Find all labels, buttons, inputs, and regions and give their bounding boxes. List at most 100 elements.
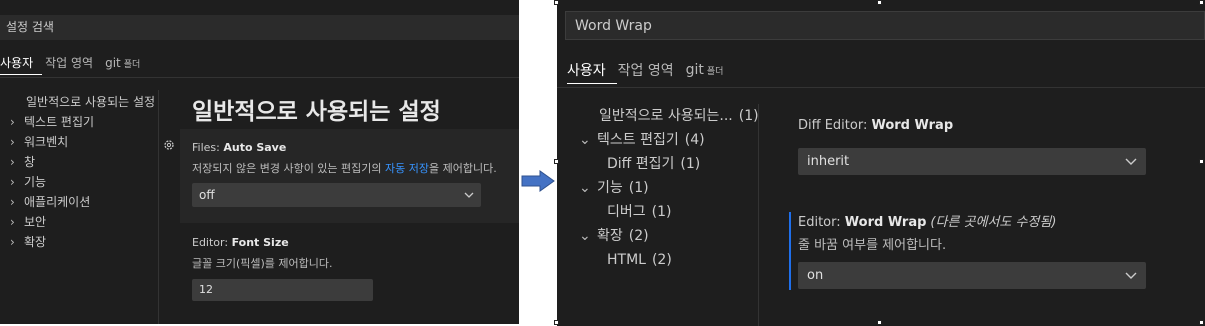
setting-auto-save: Files: Auto Save 저장되지 않은 변경 사항이 있는 편집기의 … [180,129,519,223]
input-value: 12 [199,283,213,296]
search-settings-input[interactable]: Word Wrap [565,11,1205,40]
resize-handle[interactable] [877,320,882,325]
resize-handle[interactable] [554,320,559,325]
settings-scope-tabs: 사용자 작업 영역 git 폴더 [0,54,152,71]
toc-item-count: (2) [628,228,649,244]
chevron-right-icon: › [10,215,15,229]
setting-name: Auto Save [223,141,287,154]
setting-name: Font Size [231,236,289,249]
editor-word-wrap-dropdown[interactable]: on [798,262,1146,289]
toc-item-label: 기능 [24,175,47,189]
setting-editor-word-wrap-title: Editor: Word Wrap (다른 곳에서도 수정됨) [798,211,1056,230]
toc-item-extensions[interactable]: › 확장 [10,232,155,252]
chevron-down-icon [1125,158,1137,165]
modified-elsewhere-note[interactable]: (다른 곳에서도 수정됨) [930,215,1056,230]
toc-item-count: (2) [651,252,672,268]
setting-category: Diff Editor: [798,118,872,133]
dropdown-value: off [199,188,215,202]
chevron-down-icon: ⌄ [579,132,591,148]
active-tab-indicator [0,74,42,75]
toc-item-label: 보안 [24,215,47,229]
setting-font-size-title: Editor: Font Size [192,236,289,249]
toc-item-count: (1) [680,156,701,172]
tab-workspace[interactable]: 작업 영역 [45,54,93,71]
resize-handle[interactable] [554,159,559,164]
toc-divider [158,90,159,324]
resize-handle[interactable] [1199,320,1204,325]
toc-item-diff-editor[interactable]: Diff 편집기 (1) [579,152,759,176]
toc-item-label: Diff 편집기 [607,156,675,172]
tab-folder-suffix: 폴더 [706,67,724,77]
toc-item-label: 창 [24,155,36,169]
search-settings-input[interactable]: 설정 검색 [0,15,519,40]
diff-word-wrap-dropdown[interactable]: inherit [798,148,1146,175]
toc-item-text-editor[interactable]: › 텍스트 편집기 [10,112,155,132]
settings-toc: 일반적으로 사용되는... (1) ⌄ 텍스트 편집기 (4) Diff 편집기 (1)… [579,104,759,272]
settings-gear-icon[interactable] [163,139,175,151]
setting-category: Editor: [192,236,232,249]
toc-item-debug[interactable]: 디버그 (1) [579,200,759,224]
chevron-right-icon: › [10,175,15,189]
toc-item-workbench[interactable]: › 워크벤치 [10,132,155,152]
chevron-right-icon: › [10,135,15,149]
chevron-right-icon: › [10,115,15,129]
settings-toc: 일반적으로 사용되는 설정 › 텍스트 편집기 › 워크벤치 › 창 › 기능 › 애플리… [10,92,155,252]
chevron-down-icon [1125,272,1137,279]
tab-user[interactable]: 사용자 [567,60,606,80]
toc-item-label: 텍스트 편집기 [24,115,95,129]
toc-item-count: (1) [628,180,649,196]
description-text-end: 을 제어합니다. [429,162,497,175]
toc-item-window[interactable]: › 창 [10,152,155,172]
setting-name: Word Wrap [844,215,927,230]
font-size-input[interactable]: 12 [192,279,373,301]
tab-folder[interactable]: git 폴더 [686,62,724,78]
toc-item-commonly-used[interactable]: 일반적으로 사용되는 설정 [10,92,155,112]
chevron-right-icon: › [10,195,15,209]
toc-item-security[interactable]: › 보안 [10,212,155,232]
toc-item-extensions[interactable]: ⌄ 확장 (2) [579,224,759,248]
tab-user[interactable]: 사용자 [0,54,33,71]
toc-item-count: (1) [651,204,672,220]
toc-item-count: (4) [684,132,705,148]
settings-editor-right: Word Wrap 사용자 작업 영역 git 폴더 일반적으로 사용되는... (… [557,0,1205,326]
toc-item-features[interactable]: ⌄ 기능 (1) [579,176,759,200]
resize-handle[interactable] [1199,159,1204,164]
setting-editor-word-wrap-description: 줄 바꿈 여부를 제어합니다. [798,238,947,253]
toc-item-label: 일반적으로 사용되는 설정 [26,95,156,109]
section-title: 일반적으로 사용되는 설정 [192,99,441,125]
settings-editor-left: 설정 검색 사용자 작업 영역 git 폴더 일반적으로 사용되는 설정 › 텍스트… [0,0,519,324]
setting-description: 저장되지 않은 변경 사항이 있는 편집기의 자동 저장을 제어합니다. [192,160,497,176]
auto-save-dropdown[interactable]: off [192,183,481,207]
toc-item-label: 디버그 [607,204,646,220]
toc-item-label: 확장 [24,235,47,249]
setting-category: Editor: [798,215,845,230]
resize-handle[interactable] [1199,0,1204,5]
toc-item-label: 일반적으로 사용되는... [599,108,733,124]
setting-diff-word-wrap-title: Diff Editor: Word Wrap [798,118,953,133]
toc-item-features[interactable]: › 기능 [10,172,155,192]
chevron-down-icon [464,192,474,198]
chevron-right-icon: › [10,235,15,249]
tabs-divider [0,77,519,78]
toc-item-label: 확장 [597,228,623,244]
toc-item-label: 애플리케이션 [24,195,91,209]
dropdown-value: on [807,268,824,283]
resize-handle[interactable] [877,0,882,5]
toc-item-label: 텍스트 편집기 [597,132,679,148]
toc-item-count: (1) [738,108,759,124]
dropdown-value: inherit [807,154,850,169]
toc-item-html[interactable]: HTML (2) [579,248,759,272]
chevron-down-icon: ⌄ [579,180,591,196]
toc-item-application[interactable]: › 애플리케이션 [10,192,155,212]
toc-item-commonly-used[interactable]: 일반적으로 사용되는... (1) [579,104,759,128]
resize-handle[interactable] [554,0,559,5]
chevron-right-icon: › [10,155,15,169]
tab-folder-suffix: 폴더 [123,59,141,70]
setting-category: Files: [192,141,224,154]
tab-folder[interactable]: git 폴더 [105,56,140,70]
tab-workspace[interactable]: 작업 영역 [618,60,674,80]
setting-title: Files: Auto Save [192,141,286,154]
auto-save-link[interactable]: 자동 저장 [385,162,429,175]
toc-item-text-editor[interactable]: ⌄ 텍스트 편집기 (4) [579,128,759,152]
description-text: 저장되지 않은 변경 사항이 있는 편집기의 [192,162,386,175]
